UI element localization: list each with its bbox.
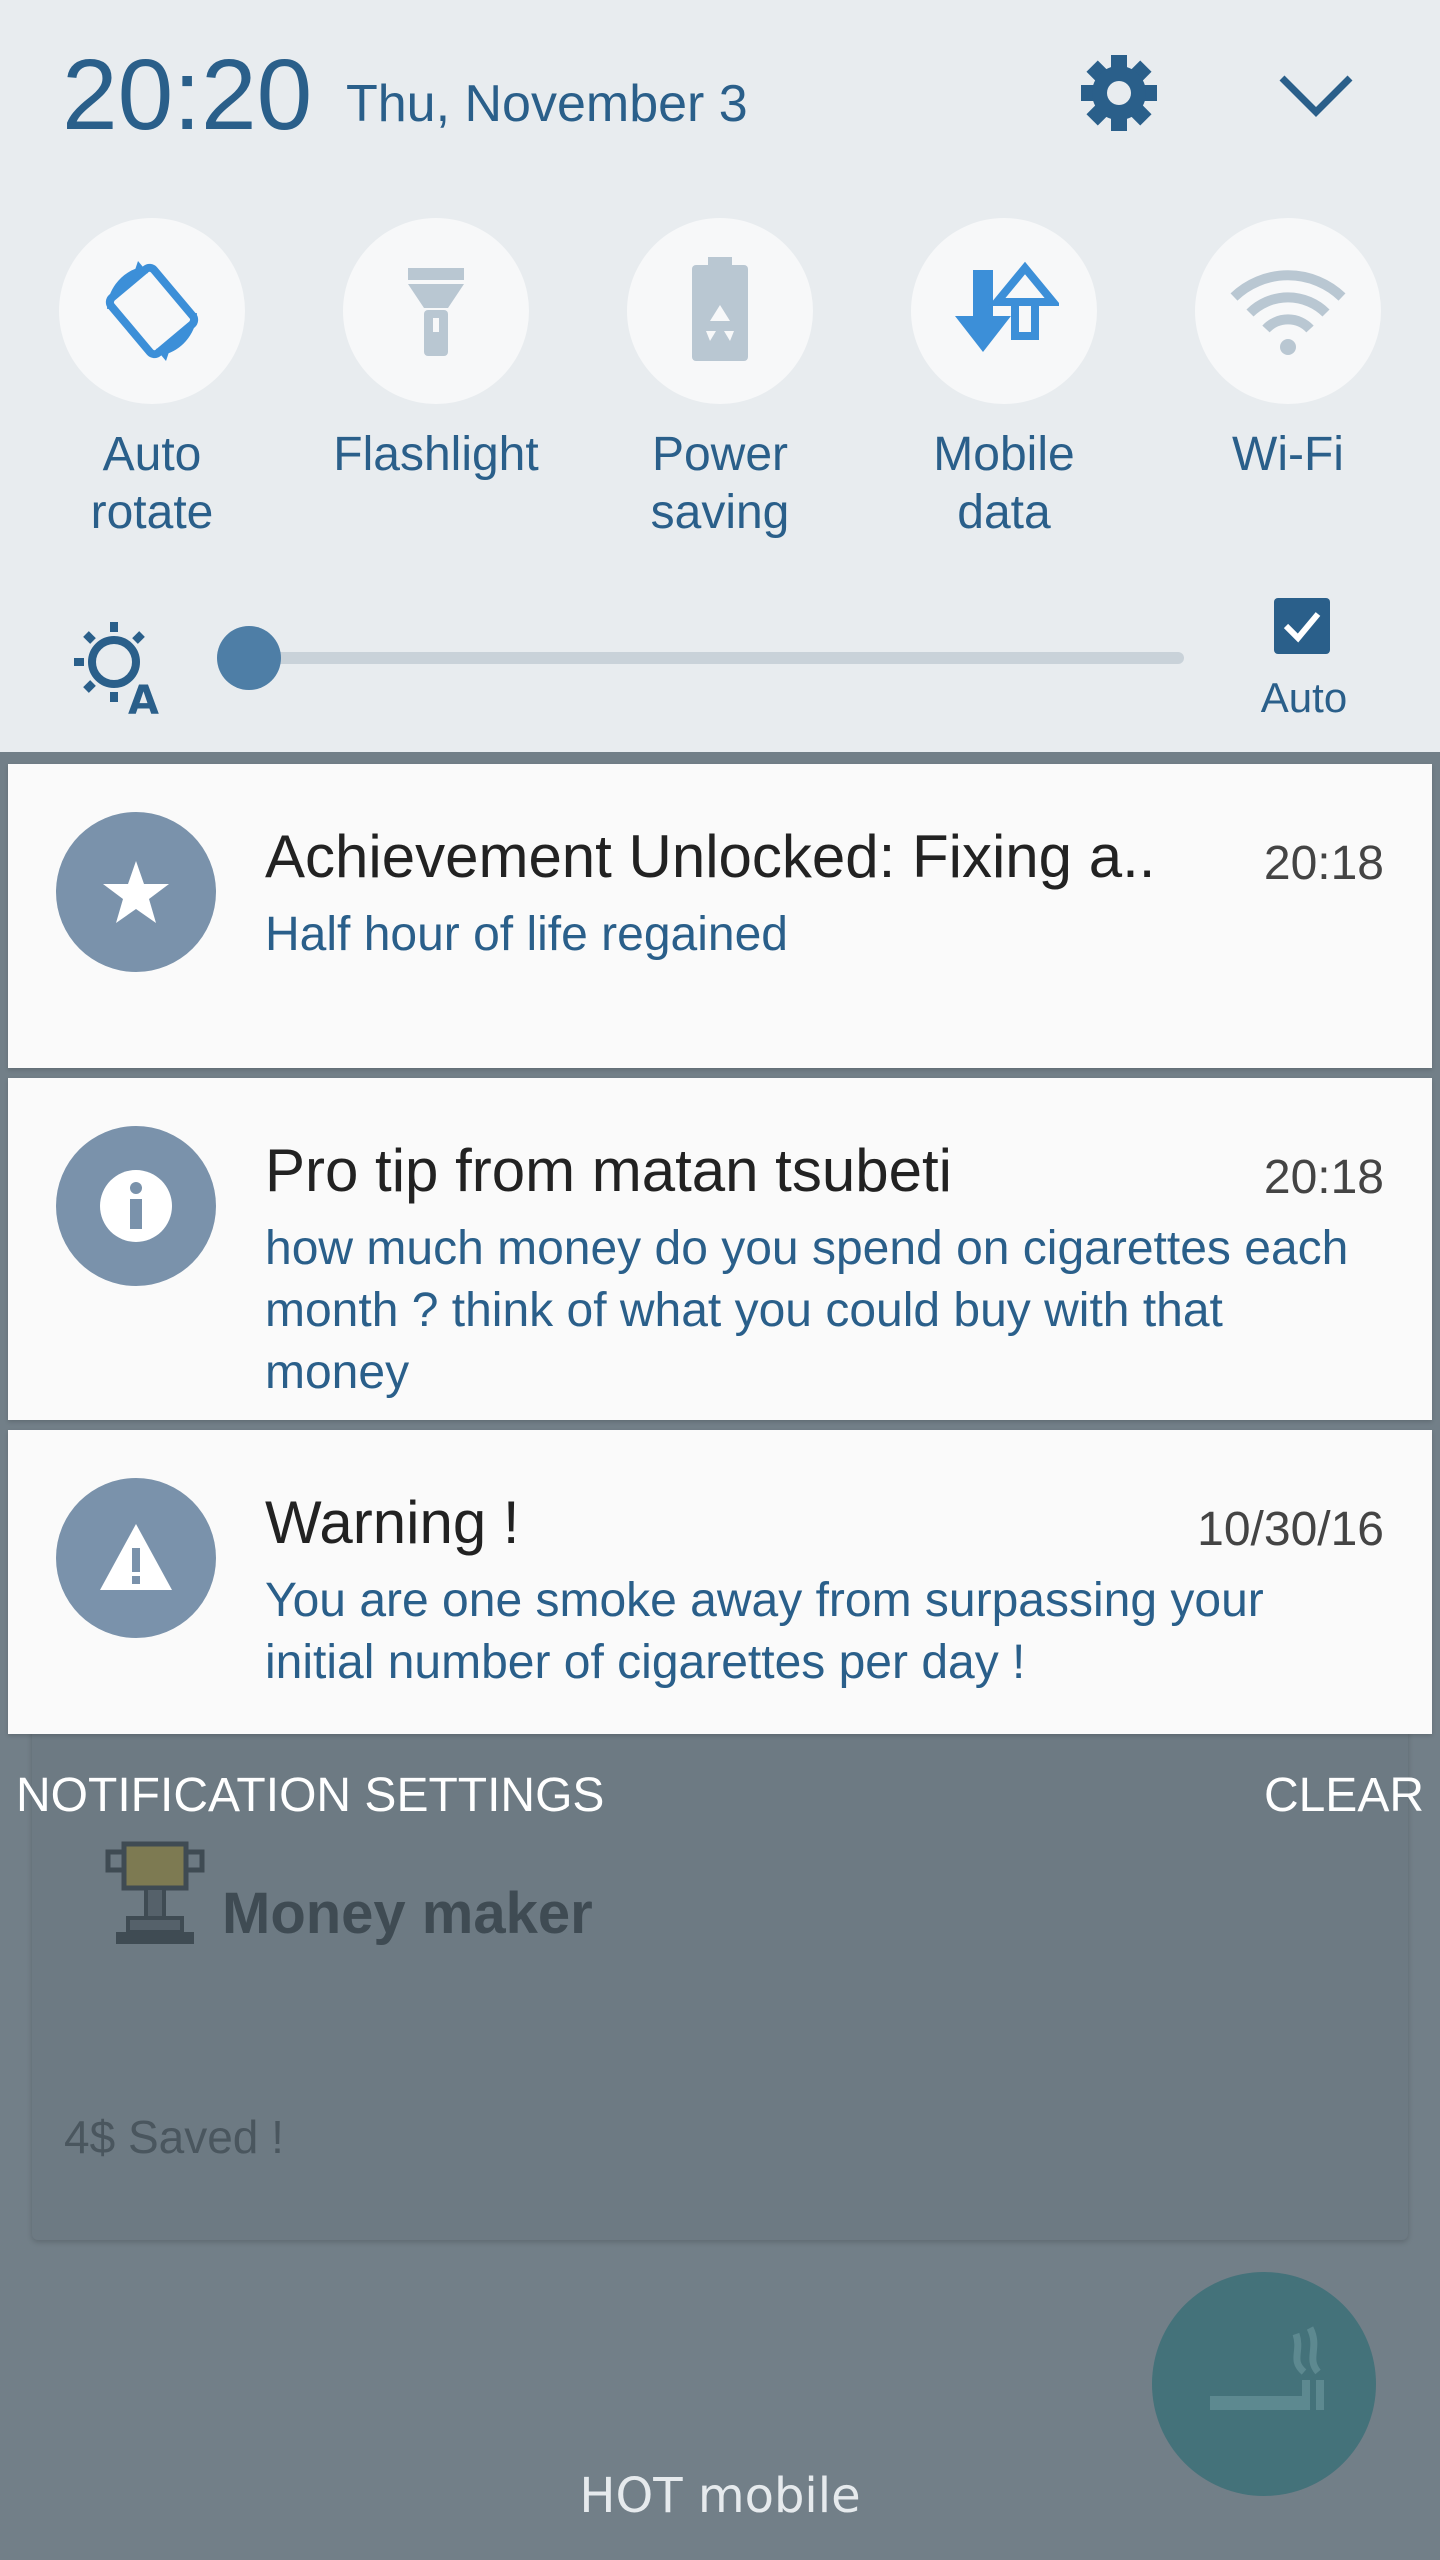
date: Thu, November 3 bbox=[346, 75, 748, 133]
warning-icon bbox=[100, 1524, 172, 1590]
qs-wifi[interactable]: Wi-Fi bbox=[1158, 218, 1418, 484]
star-icon bbox=[103, 861, 169, 923]
qs-label: saving bbox=[650, 486, 790, 539]
notification-title: Achievement Unlocked: Fixing a.. bbox=[265, 823, 1156, 890]
power-saving-icon bbox=[692, 257, 748, 361]
qs-label: data bbox=[957, 486, 1051, 539]
card-subtitle: 4$ Saved ! bbox=[64, 2111, 284, 2163]
notification-icon bbox=[56, 812, 216, 972]
quick-panel: 20:20 Thu, November 3 Auto rotate Flashl… bbox=[0, 0, 1440, 752]
auto-brightness-icon: A bbox=[74, 622, 159, 718]
notification-warning[interactable]: Warning ! 10/30/16 You are one smoke awa… bbox=[8, 1430, 1432, 1734]
wifi-icon bbox=[1230, 270, 1346, 355]
qs-label: Power bbox=[651, 428, 789, 481]
power-saving-tile[interactable] bbox=[627, 218, 813, 404]
auto-rotate-icon bbox=[105, 261, 199, 361]
qs-power-saving[interactable]: Power saving bbox=[590, 218, 850, 542]
qs-flashlight[interactable]: Flashlight bbox=[306, 218, 566, 484]
notification-time: 10/30/16 bbox=[1197, 1503, 1384, 1556]
qs-label: Wi-Fi bbox=[1232, 428, 1344, 481]
card-title: Money maker bbox=[222, 1881, 593, 1946]
svg-text:A: A bbox=[128, 678, 159, 718]
notification-title: Warning ! bbox=[265, 1489, 520, 1556]
mobile-data-tile[interactable] bbox=[911, 218, 1097, 404]
notification-time: 20:18 bbox=[1263, 1151, 1384, 1204]
notification-time: 20:18 bbox=[1263, 837, 1384, 890]
brightness-slider-thumb[interactable] bbox=[217, 626, 282, 690]
trophy-icon bbox=[105, 1841, 205, 1944]
notification-body: how much money do you spend on cigarette… bbox=[265, 1222, 1349, 1399]
notification-body: You are one smoke away from surpassing y… bbox=[265, 1574, 1264, 1689]
notification-title: Pro tip from matan tsubeti bbox=[265, 1137, 952, 1204]
qs-auto-rotate[interactable]: Auto rotate bbox=[22, 218, 282, 542]
notification-body: Half hour of life regained bbox=[265, 908, 788, 961]
wifi-tile[interactable] bbox=[1195, 218, 1381, 404]
qs-mobile-data[interactable]: Mobile data bbox=[874, 218, 1134, 542]
qs-label: rotate bbox=[90, 486, 214, 539]
clear-button[interactable]: CLEAR bbox=[1264, 1768, 1424, 1823]
chevron-down-icon[interactable] bbox=[1276, 64, 1356, 124]
clock: 20:20 bbox=[62, 39, 313, 151]
cigarette-icon bbox=[1210, 2326, 1324, 2410]
smoke-fab-button[interactable] bbox=[1152, 2272, 1376, 2496]
auto-rotate-tile[interactable] bbox=[59, 218, 245, 404]
mobile-data-icon bbox=[955, 261, 1059, 352]
notification-settings-button[interactable]: NOTIFICATION SETTINGS bbox=[16, 1768, 604, 1823]
brightness-slider-track[interactable] bbox=[230, 652, 1184, 664]
auto-brightness-label: Auto bbox=[1260, 674, 1348, 721]
notification-icon bbox=[56, 1126, 216, 1286]
gear-icon[interactable] bbox=[1078, 52, 1160, 134]
notification-pro-tip[interactable]: Pro tip from matan tsubeti 20:18 how muc… bbox=[8, 1078, 1432, 1420]
checkmark-icon bbox=[1283, 612, 1321, 643]
notification-icon bbox=[56, 1478, 216, 1638]
qs-label: Mobile bbox=[933, 428, 1075, 481]
info-icon bbox=[100, 1170, 172, 1242]
qs-label: Auto bbox=[102, 428, 202, 481]
flashlight-icon bbox=[408, 268, 464, 356]
flashlight-tile[interactable] bbox=[343, 218, 529, 404]
qs-label: Flashlight bbox=[333, 428, 539, 481]
auto-brightness-checkbox[interactable] bbox=[1274, 598, 1330, 654]
carrier-label: HOT mobile bbox=[579, 2468, 861, 2524]
notification-achievement[interactable]: Achievement Unlocked: Fixing a.. 20:18 H… bbox=[8, 764, 1432, 1068]
